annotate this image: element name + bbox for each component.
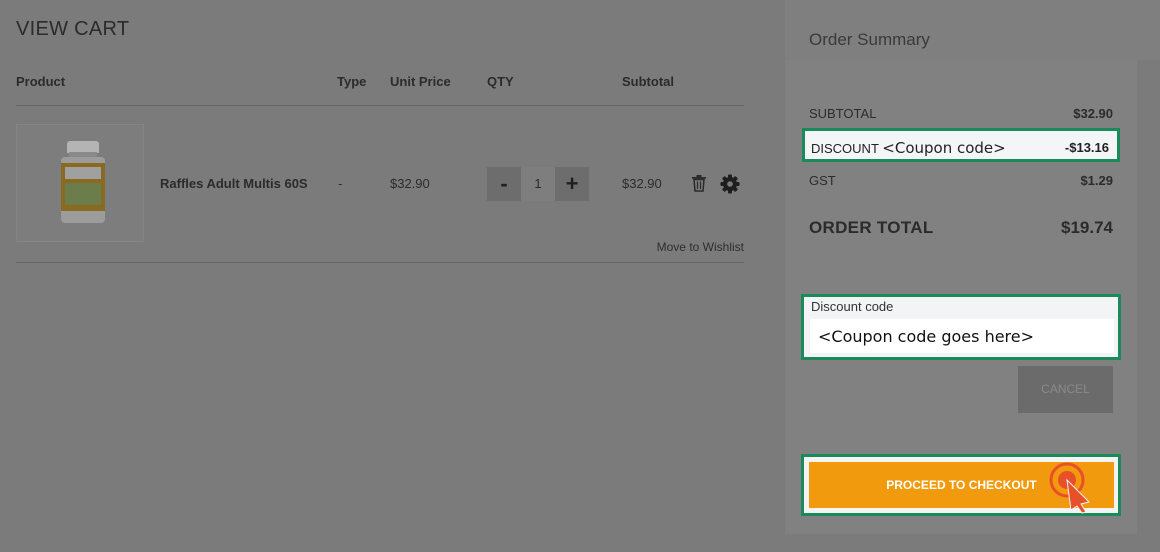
proceed-to-checkout-button[interactable]: PROCEED TO CHECKOUT	[809, 462, 1114, 508]
order-summary-title: Order Summary	[785, 0, 1160, 60]
column-header-unit-price: Unit Price	[390, 74, 451, 89]
product-name[interactable]: Raffles Adult Multis 60S	[160, 176, 308, 191]
discount-code-box: Discount code	[801, 294, 1121, 360]
trash-icon[interactable]	[691, 174, 707, 192]
gear-icon[interactable]	[720, 174, 740, 194]
order-summary-panel: SUBTOTAL $32.90 DISCOUNT <Coupon code> -…	[785, 60, 1137, 534]
product-bottle-image	[61, 141, 105, 223]
discount-label: DISCOUNT	[811, 141, 879, 156]
discount-coupon-code: <Coupon code>	[882, 139, 1006, 157]
subtotal-label: SUBTOTAL	[809, 106, 877, 121]
column-header-qty: QTY	[487, 74, 514, 89]
cancel-button[interactable]: CANCEL	[1018, 366, 1113, 413]
discount-line: DISCOUNT <Coupon code> -$13.16	[802, 128, 1120, 162]
column-header-subtotal: Subtotal	[622, 74, 674, 89]
gst-label: GST	[809, 173, 836, 188]
unit-price: $32.90	[390, 176, 430, 191]
discount-value: -$13.16	[1064, 140, 1109, 155]
subtotal-value: $32.90	[1073, 106, 1113, 121]
page-title: VIEW CART	[16, 18, 130, 40]
cart-table-header: Product Type Unit Price QTY Subtotal	[16, 74, 744, 106]
column-header-product: Product	[16, 74, 66, 89]
move-to-wishlist-link[interactable]: Move to Wishlist	[657, 240, 744, 254]
order-total-value: $19.74	[1061, 218, 1113, 237]
decrement-button[interactable]: -	[487, 167, 521, 201]
gst-value: $1.29	[1080, 173, 1113, 188]
discount-code-label: Discount code	[811, 299, 894, 314]
order-total-label: ORDER TOTAL	[809, 218, 934, 237]
product-thumbnail[interactable]	[16, 124, 144, 242]
column-header-type: Type	[337, 74, 367, 89]
product-type: -	[338, 176, 343, 191]
checkout-highlight: PROCEED TO CHECKOUT	[801, 454, 1121, 516]
quantity-value[interactable]: 1	[521, 167, 555, 201]
discount-code-input[interactable]	[810, 319, 1114, 353]
table-row: Raffles Adult Multis 60S - $32.90 - 1 + …	[16, 106, 744, 263]
increment-button[interactable]: +	[555, 167, 589, 201]
line-subtotal: $32.90	[622, 176, 662, 191]
quantity-stepper: - 1 +	[487, 167, 589, 201]
discount-label-group: DISCOUNT <Coupon code>	[811, 139, 1006, 157]
